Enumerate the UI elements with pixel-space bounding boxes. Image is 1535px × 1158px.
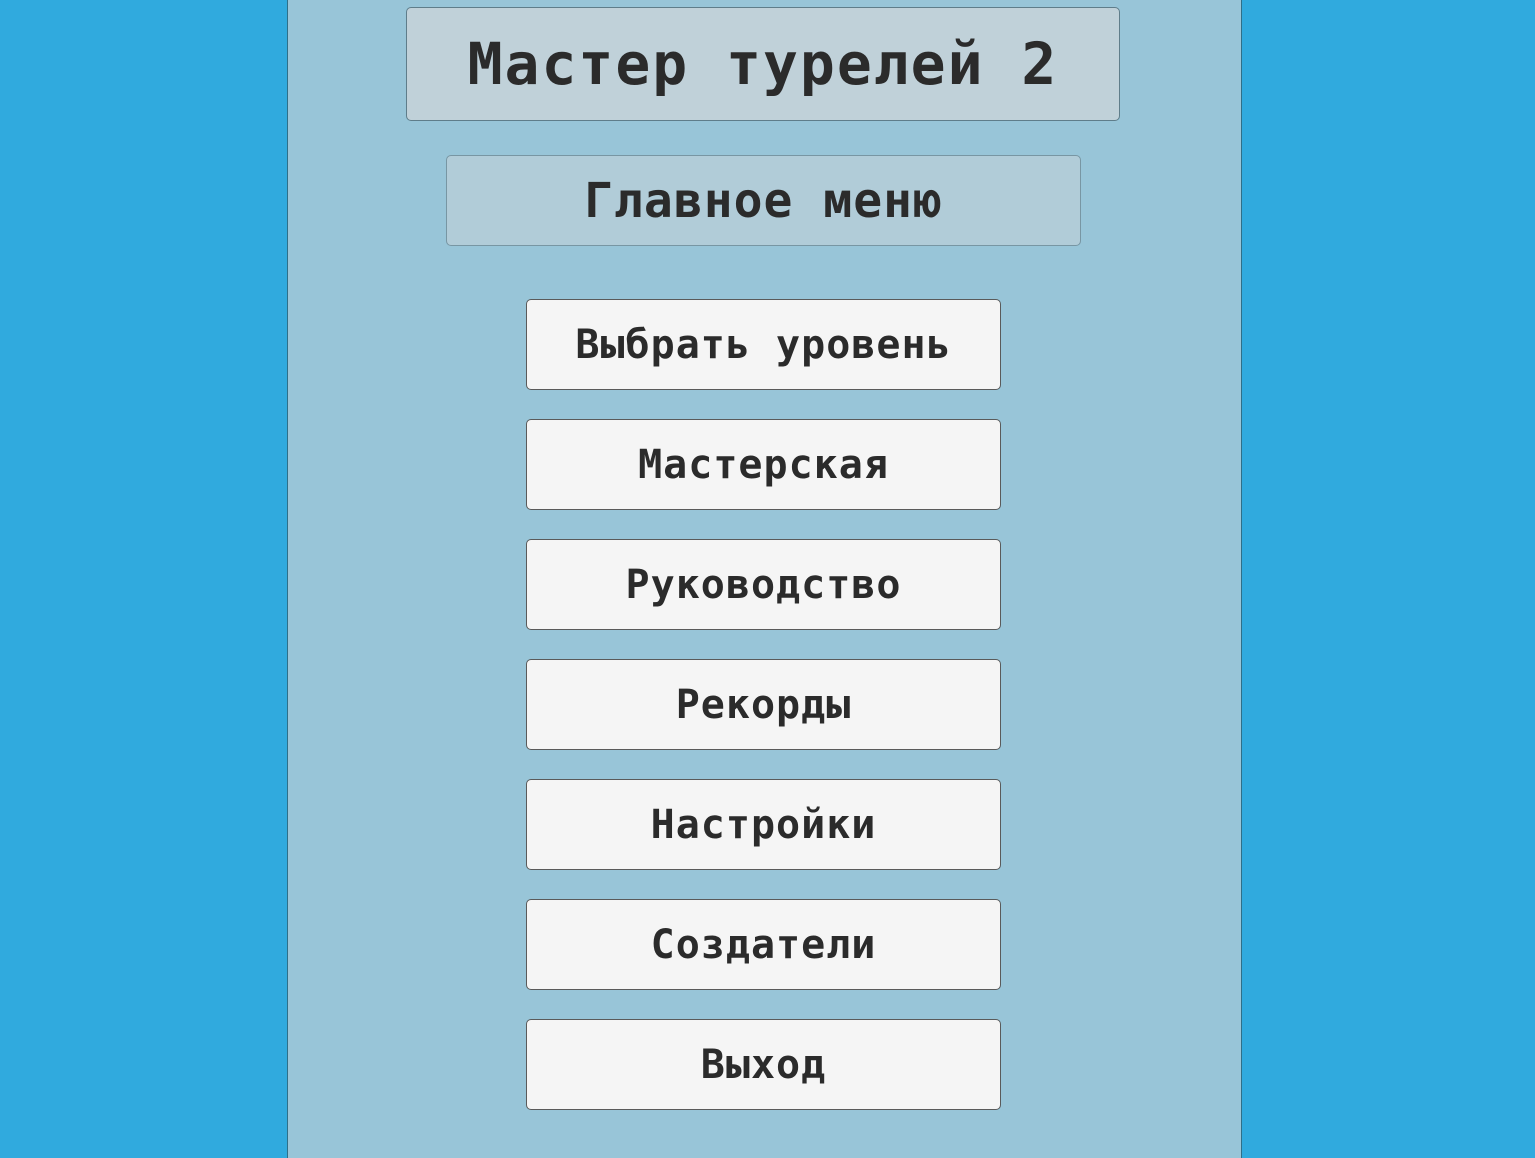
credits-label: Создатели [650, 921, 877, 968]
settings-button[interactable]: Настройки [526, 779, 1001, 870]
records-button[interactable]: Рекорды [526, 659, 1001, 750]
workshop-label: Мастерская [638, 441, 889, 488]
guide-label: Руководство [625, 561, 902, 608]
workshop-button[interactable]: Мастерская [526, 419, 1001, 510]
guide-button[interactable]: Руководство [526, 539, 1001, 630]
game-title: Мастер турелей 2 [467, 30, 1059, 98]
game-title-box: Мастер турелей 2 [406, 7, 1120, 121]
credits-button[interactable]: Создатели [526, 899, 1001, 990]
screen-title-box: Главное меню [446, 155, 1081, 246]
records-label: Рекорды [675, 681, 852, 728]
exit-label: Выход [700, 1041, 827, 1088]
select-level-label: Выбрать уровень [575, 321, 952, 368]
settings-label: Настройки [650, 801, 877, 848]
exit-button[interactable]: Выход [526, 1019, 1001, 1110]
select-level-button[interactable]: Выбрать уровень [526, 299, 1001, 390]
screen-title: Главное меню [584, 172, 943, 229]
